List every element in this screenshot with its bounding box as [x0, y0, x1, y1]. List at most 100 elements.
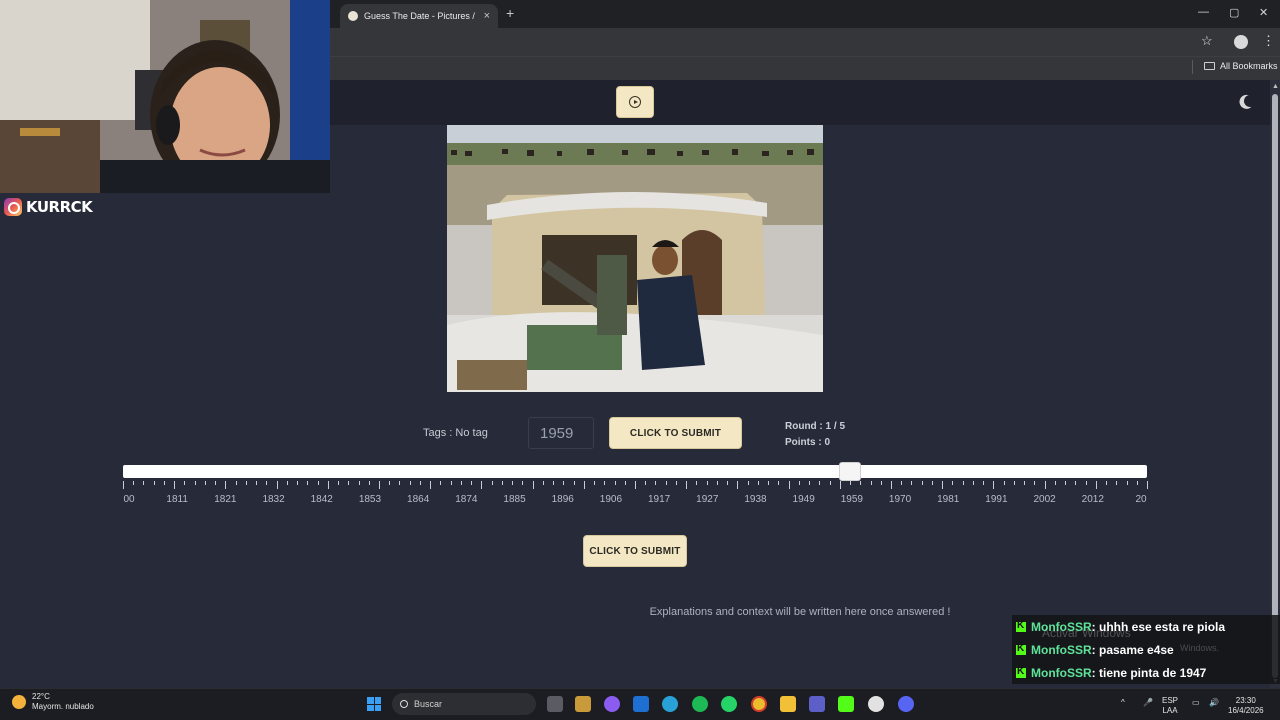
scroll-up-icon[interactable]: ▲	[1272, 83, 1279, 90]
slider-tick	[368, 481, 370, 485]
slider-tick	[163, 481, 165, 485]
slider-tick	[870, 481, 872, 485]
clock[interactable]: 23:30 16/4/2026	[1228, 696, 1264, 716]
kick-app-icon[interactable]	[838, 696, 854, 712]
slider-tick	[931, 481, 933, 485]
windows-activation-watermark-sub: Windows.	[1180, 643, 1220, 653]
bookmark-star-icon[interactable]: ☆	[1201, 33, 1213, 49]
year-slider-ticks	[123, 481, 1148, 493]
instagram-name: KURRCK	[26, 198, 93, 216]
volume-icon[interactable]: 🔊	[1209, 698, 1219, 708]
windows-start-icon[interactable]	[367, 697, 381, 711]
slider-tick-label: 1949	[792, 494, 815, 505]
play-button[interactable]	[616, 86, 654, 118]
maximize-button[interactable]: ▢	[1229, 6, 1239, 19]
tray-chevron-icon[interactable]: ^	[1121, 698, 1125, 708]
year-input[interactable]	[528, 417, 594, 449]
slider-tick	[399, 481, 401, 485]
network-icon[interactable]: ▭	[1192, 698, 1200, 708]
address-bar[interactable]	[330, 28, 1280, 56]
slider-tick	[440, 481, 442, 485]
whatsapp-icon[interactable]	[721, 696, 737, 712]
weather-widget[interactable]: 22°C Mayorm. nublado	[12, 692, 94, 712]
file-explorer-icon[interactable]	[780, 696, 796, 712]
submit-button[interactable]: CLICK TO SUBMIT	[609, 417, 742, 449]
browser-tab[interactable]: Guess The Date - Pictures / Pai ×	[340, 4, 498, 28]
weather-desc: Mayorm. nublado	[32, 702, 94, 711]
slider-tick	[460, 481, 462, 485]
kick-icon	[1016, 666, 1026, 678]
submit-button-secondary[interactable]: CLICK TO SUBMIT	[583, 535, 687, 567]
language-indicator[interactable]: ESP LAA	[1162, 696, 1178, 716]
weather-cloud-icon	[12, 695, 26, 709]
slider-tick	[901, 481, 903, 485]
spotify-icon[interactable]	[692, 696, 708, 712]
obs-icon[interactable]	[868, 696, 884, 712]
slider-tick	[235, 481, 237, 485]
browser-menu-icon[interactable]: ⋮	[1262, 33, 1275, 49]
kick-icon	[1016, 620, 1026, 632]
store-icon[interactable]	[575, 696, 591, 712]
slider-tick	[501, 481, 503, 485]
slider-tick	[891, 481, 892, 489]
year-slider-track[interactable]	[123, 465, 1147, 478]
site-favicon-icon	[348, 11, 358, 21]
explanation-label: Explanations and context will be written…	[649, 606, 951, 618]
slider-tick	[419, 481, 421, 485]
taskbar-search[interactable]: Buscar	[392, 693, 536, 715]
slider-tick	[737, 481, 739, 489]
slider-tick	[491, 481, 493, 485]
slider-tick	[450, 481, 452, 485]
slider-tick-label: 1821	[214, 494, 237, 505]
page-scrollbar[interactable]: ▲ ▼	[1270, 80, 1280, 690]
task-view-icon[interactable]	[547, 696, 563, 712]
slider-tick	[880, 481, 882, 485]
slider-tick	[153, 481, 155, 485]
outlook-icon[interactable]	[633, 696, 649, 712]
close-window-button[interactable]: ✕	[1259, 6, 1268, 19]
tags-label: Tags : No tag	[423, 427, 488, 439]
year-slider-thumb[interactable]	[838, 462, 861, 481]
slider-tick	[686, 481, 688, 489]
new-tab-button[interactable]: +	[506, 5, 514, 21]
chat-username: MonfoSSR	[1031, 665, 1092, 680]
slider-tick	[829, 481, 831, 485]
streamer-webcam	[0, 0, 330, 193]
scrollbar-thumb[interactable]	[1272, 94, 1278, 678]
minimize-button[interactable]: —	[1198, 6, 1209, 18]
chat-text: : pasame e4se	[1091, 642, 1174, 657]
slider-tick	[778, 481, 780, 485]
profile-avatar-icon[interactable]	[1234, 35, 1248, 49]
chat-username: MonfoSSR	[1031, 642, 1092, 657]
edge-icon[interactable]	[662, 696, 678, 712]
score-panel: Round : 1 / 5 Points : 0	[785, 419, 845, 451]
chrome-icon[interactable]	[751, 696, 767, 712]
teams-icon[interactable]	[809, 696, 825, 712]
slider-tick	[1126, 481, 1128, 485]
tab-title: Guess The Date - Pictures / Pai	[364, 11, 478, 21]
slider-tick	[1003, 481, 1005, 485]
slider-tick	[798, 481, 800, 485]
slider-tick-label: 1917	[647, 494, 671, 505]
slider-tick	[972, 481, 974, 485]
discord-icon[interactable]	[898, 696, 914, 712]
slider-tick	[174, 481, 176, 489]
copilot-icon[interactable]	[604, 696, 620, 712]
slider-tick	[604, 481, 606, 485]
instagram-handle: KURRCK	[4, 198, 93, 216]
tab-close-icon[interactable]: ×	[484, 10, 490, 22]
all-bookmarks-button[interactable]: All Bookmarks	[1204, 61, 1278, 71]
windows-activation-watermark: Activar Windows	[1042, 626, 1131, 640]
microphone-icon[interactable]: 🎤	[1143, 698, 1153, 708]
slider-tick	[143, 481, 145, 485]
slider-tick	[481, 481, 483, 489]
slider-tick-label: 1938	[744, 494, 767, 505]
instagram-icon	[4, 198, 22, 216]
slider-tick-label: 1959	[840, 494, 863, 505]
bookmarks-bar	[330, 56, 1280, 80]
folder-icon	[1204, 62, 1215, 70]
chat-message: MonfoSSR : tiene pinta de 1947	[1012, 661, 1280, 684]
slider-tick	[532, 481, 534, 489]
slider-tick-label: 1970	[888, 494, 912, 505]
slider-tick	[430, 481, 432, 489]
